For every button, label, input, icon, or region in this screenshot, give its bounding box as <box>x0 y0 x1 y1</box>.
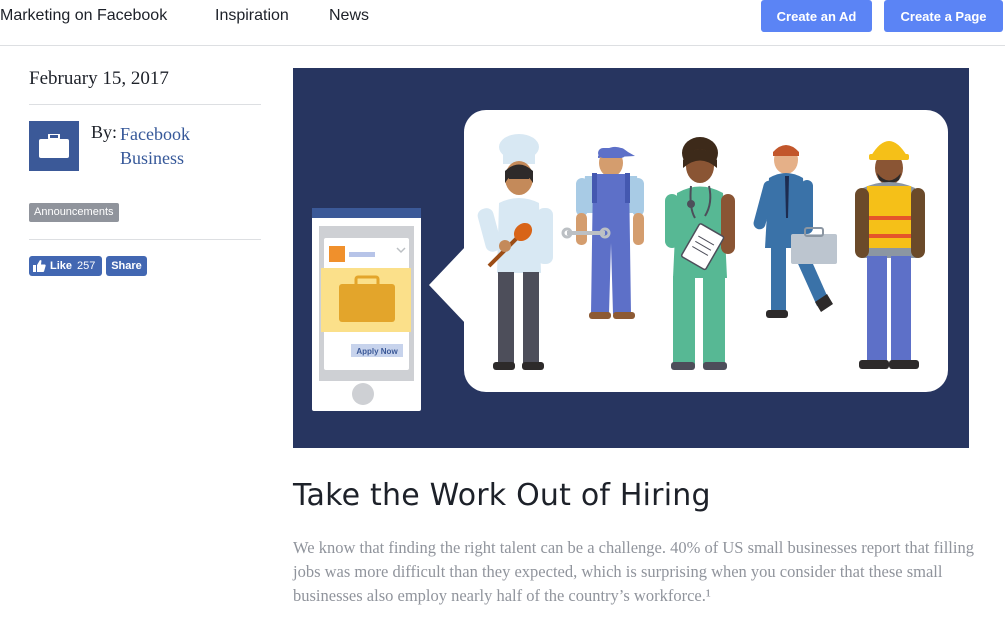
like-label: Like <box>50 260 73 272</box>
briefcase-icon <box>39 134 69 158</box>
publish-date: February 15, 2017 <box>29 68 169 89</box>
author-link[interactable]: Facebook Business <box>120 122 220 170</box>
by-label: By: <box>91 122 118 142</box>
avatar[interactable] <box>29 121 79 171</box>
category-tag[interactable]: Announcements <box>29 203 119 222</box>
divider <box>29 104 261 105</box>
hero-image: Apply Now <box>293 68 969 448</box>
create-ad-button[interactable]: Create an Ad <box>761 0 872 32</box>
like-button[interactable]: Like 257 <box>29 256 102 276</box>
article-body: We know that finding the right talent ca… <box>293 538 974 605</box>
nav-link-news[interactable]: News <box>329 7 369 25</box>
apply-now-label: Apply Now <box>356 347 398 356</box>
share-button[interactable]: Share <box>106 256 147 276</box>
create-page-button[interactable]: Create a Page <box>884 0 1003 32</box>
like-count: 257 <box>77 260 96 272</box>
thumbs-up-icon <box>33 260 46 272</box>
nav-link-marketing[interactable]: Marketing on Facebook <box>0 7 167 25</box>
nav-link-inspiration[interactable]: Inspiration <box>215 7 289 25</box>
top-nav: Marketing on Facebook Inspiration News C… <box>0 0 1005 46</box>
hiring-illustration: Apply Now <box>312 110 948 411</box>
article-title: Take the Work Out of Hiring <box>293 478 711 513</box>
divider <box>29 239 261 240</box>
